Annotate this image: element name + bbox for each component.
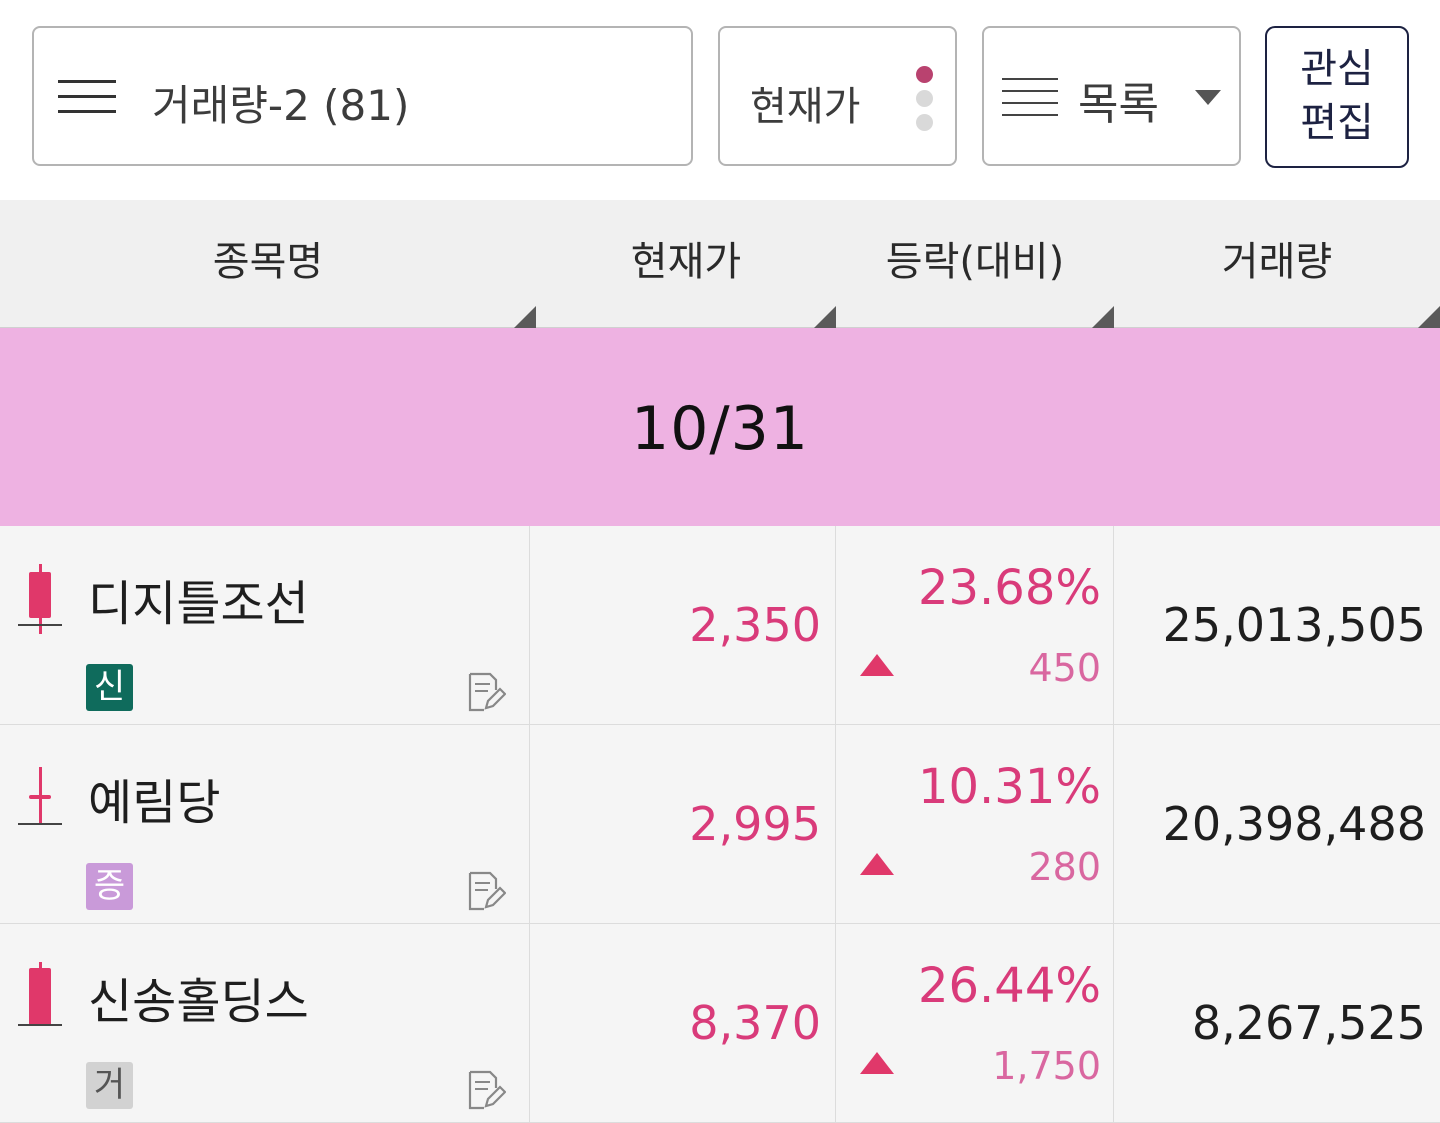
stock-name: 디지틀조선	[88, 576, 309, 632]
change-amount: 280	[1028, 845, 1101, 889]
candle-icon	[18, 763, 62, 839]
column-header-volume[interactable]: 거래량	[1114, 200, 1440, 328]
change-amount: 1,750	[992, 1044, 1101, 1088]
memo-edit-icon[interactable]	[466, 1070, 506, 1110]
chevron-down-icon	[1195, 90, 1221, 105]
change-rate: 26.44%	[917, 958, 1101, 1014]
stock-name-cell[interactable]: 디지틀조선 신	[0, 526, 530, 724]
table-header: 종목명 현재가 등락(대비) 거래량	[0, 200, 1440, 328]
trading-volume: 8,267,525	[1191, 996, 1426, 1050]
table-row[interactable]: 신송홀딩스 거 8,370 26.44% 1,750 8,267,525	[0, 924, 1440, 1123]
column-header-change-label: 등락(대비)	[885, 239, 1065, 285]
change-rate: 10.31%	[917, 759, 1101, 815]
stock-name: 신송홀딩스	[88, 974, 309, 1030]
column-header-name[interactable]: 종목명	[0, 200, 536, 328]
edit-watchlist-label-line1: 관심	[1300, 46, 1374, 92]
trading-volume: 25,013,505	[1162, 598, 1426, 652]
memo-edit-icon[interactable]	[466, 871, 506, 911]
up-triangle-icon	[860, 1052, 894, 1074]
edit-watchlist-button[interactable]: 관심 편집	[1265, 26, 1409, 168]
sort-corner-icon	[1092, 306, 1114, 328]
up-triangle-icon	[860, 654, 894, 676]
column-header-change[interactable]: 등락(대비)	[836, 200, 1114, 328]
column-header-price[interactable]: 현재가	[536, 200, 836, 328]
stock-status-badge: 거	[86, 1062, 133, 1109]
change-cell: 23.68% 450	[836, 526, 1114, 724]
stock-name-cell[interactable]: 예림당 증	[0, 725, 530, 923]
watchlist-group-selector[interactable]: 거래량-2 (81)	[32, 26, 693, 166]
memo-edit-icon[interactable]	[466, 672, 506, 712]
banner-date: 10/31	[631, 394, 809, 464]
price-mode-label: 현재가	[750, 84, 861, 130]
table-row[interactable]: 예림당 증 2,995 10.31% 280 20,398,488	[0, 725, 1440, 924]
table-row[interactable]: 디지틀조선 신 2,350 23.68% 450 25,013,505	[0, 526, 1440, 725]
current-price: 2,350	[689, 598, 821, 652]
price-mode-selector[interactable]: 현재가	[718, 26, 957, 166]
stock-name: 예림당	[88, 775, 221, 831]
up-triangle-icon	[860, 853, 894, 875]
change-amount: 450	[1028, 646, 1101, 690]
top-toolbar: 거래량-2 (81) 현재가 목록 관심 편집	[0, 0, 1440, 200]
volume-cell: 8,267,525	[1114, 924, 1440, 1122]
current-price-cell: 8,370	[530, 924, 836, 1122]
change-cell: 26.44% 1,750	[836, 924, 1114, 1122]
stock-status-badge: 증	[86, 863, 133, 910]
current-price-cell: 2,995	[530, 725, 836, 923]
change-cell: 10.31% 280	[836, 725, 1114, 923]
menu-icon[interactable]	[58, 80, 116, 114]
trading-volume: 20,398,488	[1162, 797, 1426, 851]
volume-cell: 20,398,488	[1114, 725, 1440, 923]
page-indicator-icon	[916, 66, 936, 136]
current-price-cell: 2,350	[530, 526, 836, 724]
sort-corner-icon	[1418, 306, 1440, 328]
stock-status-badge: 신	[86, 664, 133, 711]
stock-name-cell[interactable]: 신송홀딩스 거	[0, 924, 530, 1122]
volume-cell: 25,013,505	[1114, 526, 1440, 724]
date-separator-banner: 10/31	[0, 328, 1440, 526]
watchlist-group-name: 거래량-2 (81)	[152, 81, 410, 130]
current-price: 2,995	[689, 797, 821, 851]
column-header-name-label: 종목명	[212, 239, 324, 285]
view-mode-label: 목록	[1078, 79, 1159, 130]
column-header-volume-label: 거래량	[1221, 239, 1333, 285]
sort-corner-icon	[514, 306, 536, 328]
list-icon	[1002, 78, 1058, 118]
sort-corner-icon	[814, 306, 836, 328]
column-header-price-label: 현재가	[630, 239, 742, 285]
change-rate: 23.68%	[917, 560, 1101, 616]
current-price: 8,370	[689, 996, 821, 1050]
candle-icon	[18, 564, 62, 640]
view-mode-dropdown[interactable]: 목록	[982, 26, 1241, 166]
edit-watchlist-label-line2: 편집	[1300, 100, 1374, 146]
candle-icon	[18, 962, 62, 1038]
